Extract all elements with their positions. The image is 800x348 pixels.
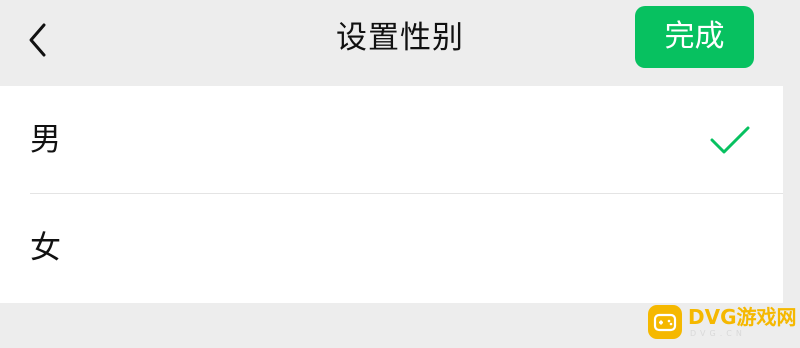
- nav-bar: 设置性别 完成: [0, 0, 800, 84]
- watermark-subtext: DVG.CN: [690, 329, 746, 338]
- option-male[interactable]: 男: [0, 86, 783, 194]
- gamepad-logo-icon: [648, 305, 682, 339]
- gender-options-list: 男 女: [0, 86, 783, 303]
- option-male-label: 男: [30, 122, 61, 158]
- option-female-label: 女: [30, 230, 61, 266]
- watermark: DVG游戏网 DVG.CN: [648, 303, 800, 341]
- option-female[interactable]: 女: [0, 194, 783, 302]
- checkmark-icon: [710, 126, 750, 154]
- done-button[interactable]: 完成: [635, 6, 754, 68]
- watermark-text: DVG游戏网: [688, 305, 797, 329]
